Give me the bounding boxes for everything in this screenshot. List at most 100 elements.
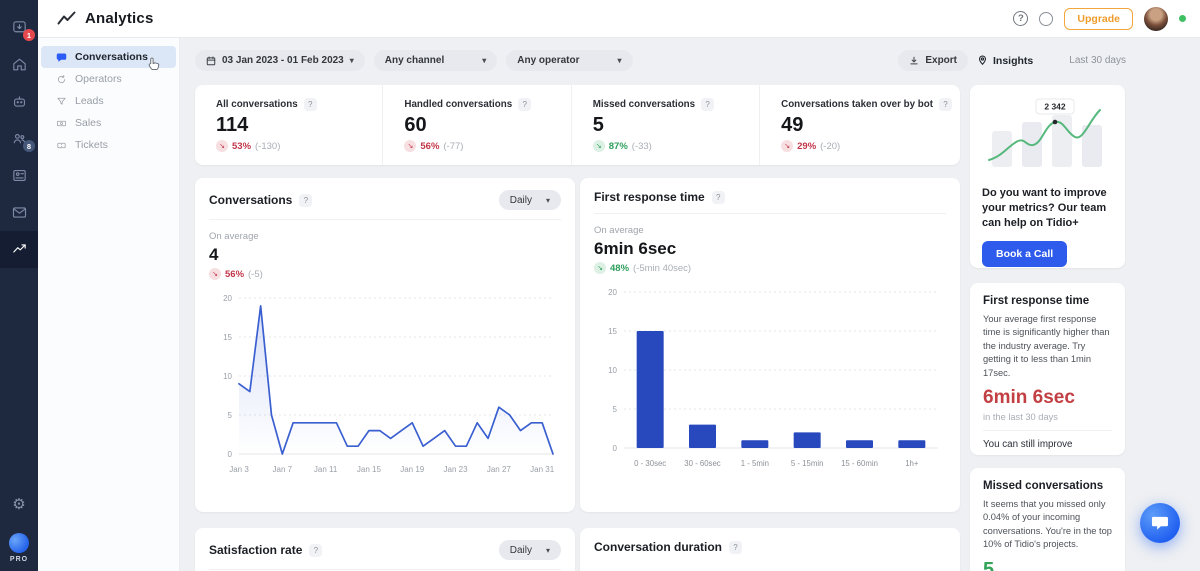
channel-dropdown[interactable]: Any channel — [374, 50, 497, 71]
subnav-item-tickets[interactable]: Tickets — [41, 134, 176, 156]
chevron-down-icon — [546, 545, 550, 556]
rail-mail-item[interactable] — [0, 194, 38, 231]
svg-text:0: 0 — [228, 450, 233, 459]
rail-contacts-item[interactable]: 8 — [0, 120, 38, 157]
help-badge-icon[interactable] — [729, 541, 742, 554]
rail-analytics-item[interactable] — [0, 231, 38, 268]
first-response-bar-chart: 051015200 - 30sec30 - 60sec1 - 5min5 - 1… — [594, 280, 946, 482]
insights-button[interactable]: Insights — [977, 55, 1033, 67]
help-badge-icon[interactable] — [518, 98, 531, 111]
help-badge-icon[interactable] — [299, 194, 312, 207]
stat-handled-conversations: Handled conversations 60 56% (-77) — [382, 85, 570, 165]
channel-value: Any channel — [385, 55, 444, 66]
insight-period: in the last 30 days — [983, 412, 1112, 431]
stat-delta: 29% (-20) — [781, 140, 952, 152]
help-badge-icon[interactable] — [309, 544, 322, 557]
conversation-duration-card: Conversation duration — [580, 528, 960, 571]
inbox-badge: 1 — [23, 29, 35, 41]
subnav-item-leads[interactable]: Leads — [41, 90, 176, 112]
filter-row: 03 Jan 2023 - 01 Feb 2023 Any channel An… — [195, 50, 1200, 71]
satisfaction-rate-card: Satisfaction rate Daily — [195, 528, 575, 571]
chat-widget-icon — [1151, 515, 1169, 531]
svg-text:20: 20 — [223, 294, 232, 303]
card-title: Conversation duration — [594, 540, 722, 554]
subnav-item-sales[interactable]: Sales — [41, 112, 176, 134]
promo-text: Do you want to improve your metrics? Our… — [982, 186, 1113, 231]
calendar-icon — [206, 56, 216, 66]
subnav-label: Operators — [75, 73, 122, 85]
trend-down-icon — [594, 262, 606, 274]
svg-text:0 - 30sec: 0 - 30sec — [634, 459, 666, 468]
left-rail: 1 8 ⚙ PRO — [0, 0, 38, 571]
subnav-label: Leads — [75, 95, 104, 107]
delta-percent: 29% — [797, 141, 816, 152]
trend-down-icon — [216, 140, 228, 152]
delta-absolute: (-130) — [255, 141, 280, 152]
svg-text:Jan 19: Jan 19 — [400, 465, 425, 474]
svg-text:0: 0 — [613, 444, 618, 453]
stat-value: 114 — [216, 114, 374, 137]
insights-column: 2 342 Do you want to improve your metric… — [970, 85, 1125, 571]
rail-inbox-item[interactable]: 1 — [0, 9, 38, 46]
avatar[interactable] — [1144, 7, 1168, 31]
stat-label: Missed conversations — [593, 99, 695, 110]
help-badge-icon[interactable] — [304, 98, 317, 111]
book-a-call-button[interactable]: Book a Call — [982, 241, 1067, 267]
first-response-chart-card: First response time On average 6min 6sec… — [580, 178, 960, 512]
chevron-down-icon — [617, 55, 621, 66]
insight-body: It seems that you missed only 0.04% of y… — [983, 498, 1112, 552]
average-label: On average — [209, 231, 561, 242]
help-icon[interactable]: ? — [1013, 11, 1028, 26]
svg-text:30 - 60sec: 30 - 60sec — [684, 459, 721, 468]
insights-pin-icon — [977, 55, 988, 66]
status-ring-icon[interactable] — [1039, 12, 1053, 26]
insight-value: 5 — [983, 559, 1112, 571]
help-badge-icon[interactable] — [701, 98, 714, 111]
upgrade-button[interactable]: Upgrade — [1064, 8, 1133, 30]
svg-text:15 - 60min: 15 - 60min — [841, 459, 878, 468]
chat-widget-button[interactable] — [1140, 503, 1180, 543]
contact-card-icon — [11, 167, 28, 184]
tidio-logo[interactable] — [9, 533, 29, 553]
chevron-down-icon — [350, 55, 354, 66]
subnav-label: Tickets — [75, 139, 108, 151]
rail-customers-item[interactable] — [0, 157, 38, 194]
rail-chatbot-item[interactable] — [0, 83, 38, 120]
stats-summary-card: All conversations 114 53% (-130) Handled… — [195, 85, 960, 165]
tidio-plus-promo-card: 2 342 Do you want to improve your metric… — [970, 85, 1125, 268]
ticket-icon — [56, 140, 67, 151]
svg-text:10: 10 — [223, 372, 232, 381]
delta-percent: 56% — [225, 269, 244, 280]
granularity-dropdown[interactable]: Daily — [499, 540, 561, 560]
insight-title: Missed conversations — [983, 480, 1112, 492]
granularity-value: Daily — [510, 545, 532, 556]
date-range-dropdown[interactable]: 03 Jan 2023 - 01 Feb 2023 — [195, 50, 365, 71]
svg-text:Jan 27: Jan 27 — [487, 465, 512, 474]
trend-down-icon — [404, 140, 416, 152]
stat-all-conversations: All conversations 114 53% (-130) — [195, 85, 382, 165]
average-value: 4 — [209, 245, 561, 265]
operator-dropdown[interactable]: Any operator — [506, 50, 632, 71]
granularity-dropdown[interactable]: Daily — [499, 190, 561, 210]
rail-settings-item[interactable]: ⚙ — [0, 486, 38, 523]
delta-absolute: (-5min 40sec) — [633, 263, 691, 274]
card-title: Satisfaction rate — [209, 543, 302, 557]
stat-delta: 56% (-77) — [404, 140, 562, 152]
bot-icon — [11, 93, 28, 110]
conversations-line-chart: 05101520Jan 3Jan 7Jan 11Jan 15Jan 19Jan … — [209, 286, 561, 488]
svg-text:Jan 11: Jan 11 — [314, 465, 338, 474]
svg-text:Jan 23: Jan 23 — [444, 465, 469, 474]
operators-refresh-icon — [56, 74, 67, 85]
stat-missed-conversations: Missed conversations 5 87% (-33) — [571, 85, 759, 165]
insight-body: Your average first response time is sign… — [983, 313, 1112, 380]
svg-text:20: 20 — [608, 288, 617, 297]
help-badge-icon[interactable] — [939, 98, 952, 111]
svg-text:Jan 3: Jan 3 — [229, 465, 249, 474]
tidio-analytics-app: 1 8 ⚙ PRO Ana — [0, 0, 1200, 571]
svg-text:5: 5 — [228, 411, 233, 420]
help-badge-icon[interactable] — [712, 191, 725, 204]
card-title: Conversations — [209, 193, 292, 207]
export-button[interactable]: Export — [898, 50, 968, 71]
rail-home-item[interactable] — [0, 46, 38, 83]
stat-delta: 53% (-130) — [216, 140, 374, 152]
